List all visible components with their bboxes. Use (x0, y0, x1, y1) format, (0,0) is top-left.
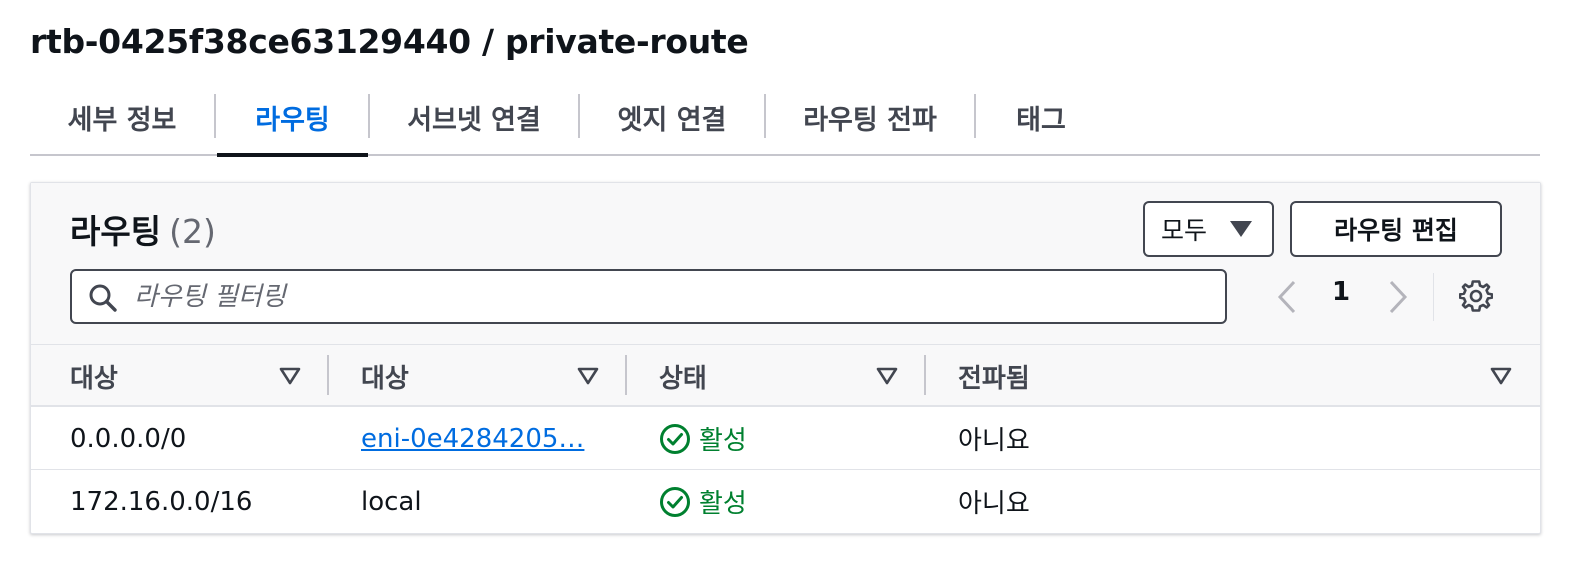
edit-routes-button[interactable]: 라우팅 편집 (1290, 201, 1502, 257)
panel-title: 라우팅 (2) (70, 205, 216, 253)
column-divider[interactable] (327, 355, 329, 395)
page-title: rtb-0425f38ce63129440 / private-route (30, 22, 749, 61)
tab-tags[interactable]: 태그 (976, 80, 1106, 154)
status-text: 활성 (699, 489, 747, 519)
search-box (70, 269, 1227, 324)
column-header-propagated: 전파됨 (958, 363, 1030, 394)
tab-routes[interactable]: 라우팅 (217, 80, 368, 157)
tab-subnet-associations[interactable]: 서브넷 연결 (370, 80, 578, 154)
check-circle-icon (660, 486, 690, 517)
caret-down-icon (1230, 221, 1252, 237)
column-header-status: 상태 (659, 363, 707, 394)
cell-target: local (361, 486, 422, 517)
table-header: 대상 대상 상태 전파됨 (31, 345, 1540, 407)
sort-down-icon[interactable] (1490, 365, 1512, 387)
filter-select-value: 모두 (1161, 216, 1208, 245)
cell-status: 활성 (659, 407, 747, 470)
routes-panel: 라우팅(2) 모두 라우팅 편집 1 대상 대 (30, 182, 1541, 534)
cell-propagated: 아니요 (958, 489, 1030, 519)
tab-divider (214, 94, 216, 138)
table-row: 0.0.0.0/0 eni-0e4284205… 활성 아니요 (31, 407, 1540, 470)
tab-details[interactable]: 세부 정보 (30, 80, 214, 154)
status-text: 활성 (699, 426, 747, 456)
sort-down-icon[interactable] (577, 365, 599, 387)
tab-bar: 세부 정보 라우팅 서브넷 연결 엣지 연결 라우팅 전파 태그 (30, 80, 1540, 157)
table-row: 172.16.0.0/16 local 활성 아니요 (31, 470, 1540, 533)
cell-status: 활성 (659, 470, 747, 533)
sort-down-icon[interactable] (876, 365, 898, 387)
filter-select[interactable]: 모두 (1143, 201, 1274, 257)
cell-destination: 172.16.0.0/16 (70, 486, 253, 517)
pager-divider (1433, 273, 1434, 321)
search-icon (89, 284, 117, 312)
check-circle-icon (660, 423, 690, 454)
panel-title-text: 라우팅 (70, 212, 162, 251)
column-divider[interactable] (625, 355, 627, 395)
cell-destination: 0.0.0.0/0 (70, 423, 187, 454)
tab-route-propagation[interactable]: 라우팅 전파 (766, 80, 974, 154)
cell-propagated: 아니요 (958, 426, 1030, 456)
panel-header: 라우팅(2) 모두 라우팅 편집 1 (31, 183, 1540, 345)
cell-target: eni-0e4284205… (361, 407, 584, 470)
panel-count: (2) (169, 212, 216, 251)
column-header-target: 대상 (361, 363, 409, 394)
gear-icon[interactable] (1459, 279, 1493, 313)
target-link[interactable]: eni-0e4284205… (361, 424, 584, 454)
column-header-destination: 대상 (70, 363, 118, 394)
column-divider[interactable] (924, 355, 926, 395)
tab-edge-associations[interactable]: 엣지 연결 (580, 80, 764, 154)
chevron-right-icon[interactable] (1385, 279, 1411, 315)
page-number[interactable]: 1 (1330, 277, 1352, 307)
chevron-left-icon[interactable] (1274, 279, 1300, 315)
sort-down-icon[interactable] (279, 365, 301, 387)
search-input[interactable] (134, 277, 1214, 317)
